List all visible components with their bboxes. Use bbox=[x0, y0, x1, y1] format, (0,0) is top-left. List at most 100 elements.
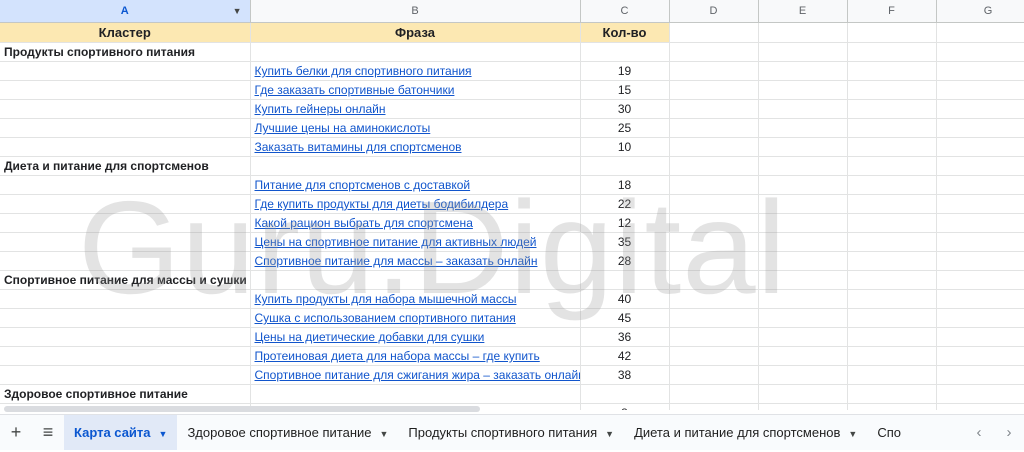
cluster-cell[interactable] bbox=[0, 80, 251, 100]
cluster-cell[interactable]: Продукты спортивного питания bbox=[0, 42, 251, 62]
phrase-cell[interactable]: Где купить продукты для диеты бодибилдер… bbox=[250, 194, 581, 214]
cluster-cell[interactable] bbox=[0, 175, 251, 195]
cell[interactable] bbox=[669, 270, 759, 290]
cell[interactable] bbox=[758, 137, 848, 157]
phrase-cell[interactable]: Какой рацион выбрать для спортсмена bbox=[250, 213, 581, 233]
column-header-b[interactable]: B bbox=[250, 0, 581, 23]
count-cell[interactable]: 42 bbox=[580, 346, 670, 366]
phrase-cell[interactable] bbox=[250, 384, 581, 404]
cell[interactable] bbox=[758, 346, 848, 366]
count-cell[interactable]: 12 bbox=[580, 213, 670, 233]
phrase-cell[interactable]: Цены на спортивное питание для активных … bbox=[250, 232, 581, 252]
cluster-cell[interactable] bbox=[0, 308, 251, 328]
caret-down-icon[interactable]: ▼ bbox=[233, 0, 242, 22]
phrase-link[interactable]: Цены на спортивное питание для активных … bbox=[255, 235, 537, 249]
cell[interactable] bbox=[758, 42, 848, 62]
cell[interactable] bbox=[669, 232, 759, 252]
phrase-cell[interactable]: Питание для спортсменов с доставкой bbox=[250, 175, 581, 195]
count-cell[interactable]: 35 bbox=[580, 232, 670, 252]
scrollbar-thumb[interactable] bbox=[4, 406, 480, 412]
cell[interactable] bbox=[847, 232, 937, 252]
column-header-a[interactable]: A ▼ bbox=[0, 0, 251, 23]
cell[interactable] bbox=[936, 232, 1024, 252]
count-cell[interactable]: 28 bbox=[580, 251, 670, 271]
cell[interactable] bbox=[669, 346, 759, 366]
cluster-cell[interactable] bbox=[0, 194, 251, 214]
phrase-cell[interactable]: Сушка с использованием спортивного питан… bbox=[250, 308, 581, 328]
cell[interactable] bbox=[847, 327, 937, 347]
cell[interactable] bbox=[758, 270, 848, 290]
cell[interactable] bbox=[758, 99, 848, 119]
phrase-link[interactable]: Сушка с использованием спортивного питан… bbox=[255, 311, 516, 325]
phrase-link[interactable]: Какой рацион выбрать для спортсмена bbox=[255, 216, 473, 230]
cluster-cell[interactable] bbox=[0, 289, 251, 309]
phrase-cell[interactable] bbox=[250, 42, 581, 62]
count-cell[interactable]: 15 bbox=[580, 80, 670, 100]
cell[interactable] bbox=[669, 137, 759, 157]
count-cell[interactable]: 40 bbox=[580, 289, 670, 309]
cell[interactable] bbox=[758, 289, 848, 309]
count-cell[interactable]: 38 bbox=[580, 365, 670, 385]
cell[interactable] bbox=[669, 194, 759, 214]
cell[interactable] bbox=[936, 346, 1024, 366]
header-count[interactable]: Кол-во bbox=[580, 22, 670, 43]
count-cell[interactable] bbox=[580, 384, 670, 404]
phrase-cell[interactable] bbox=[250, 270, 581, 290]
cell[interactable] bbox=[758, 232, 848, 252]
caret-down-icon[interactable]: ▼ bbox=[159, 429, 168, 439]
header-cluster[interactable]: Кластер bbox=[0, 22, 251, 43]
cell[interactable] bbox=[758, 61, 848, 81]
cell[interactable] bbox=[758, 175, 848, 195]
cluster-cell[interactable] bbox=[0, 61, 251, 81]
cell[interactable] bbox=[847, 365, 937, 385]
column-header-g[interactable]: G bbox=[936, 0, 1024, 23]
phrase-link[interactable]: Где заказать спортивные батончики bbox=[255, 83, 455, 97]
cell[interactable] bbox=[669, 327, 759, 347]
cell[interactable] bbox=[847, 346, 937, 366]
sheet-tab-truncated[interactable]: Спо bbox=[867, 415, 907, 450]
cell[interactable] bbox=[936, 289, 1024, 309]
cluster-cell[interactable] bbox=[0, 213, 251, 233]
cluster-cell[interactable] bbox=[0, 346, 251, 366]
phrase-cell[interactable]: Лучшие цены на аминокислоты bbox=[250, 118, 581, 138]
phrase-link[interactable]: Питание для спортсменов с доставкой bbox=[255, 178, 471, 192]
cell[interactable] bbox=[758, 365, 848, 385]
cell[interactable] bbox=[847, 213, 937, 233]
header-phrase[interactable]: Фраза bbox=[250, 22, 581, 43]
phrase-link[interactable]: Спортивное питание для сжигания жира – з… bbox=[255, 368, 580, 382]
cell[interactable] bbox=[936, 137, 1024, 157]
cell[interactable] bbox=[758, 80, 848, 100]
cell[interactable] bbox=[936, 61, 1024, 81]
column-header-e[interactable]: E bbox=[758, 0, 848, 23]
cell[interactable] bbox=[936, 80, 1024, 100]
cell[interactable] bbox=[847, 289, 937, 309]
cell[interactable] bbox=[847, 118, 937, 138]
cell[interactable] bbox=[669, 308, 759, 328]
cell[interactable] bbox=[936, 270, 1024, 290]
count-cell[interactable]: 18 bbox=[580, 175, 670, 195]
cell[interactable] bbox=[847, 80, 937, 100]
column-header-d[interactable]: D bbox=[669, 0, 759, 23]
cell[interactable] bbox=[758, 22, 848, 43]
cell[interactable] bbox=[847, 99, 937, 119]
cell[interactable] bbox=[936, 118, 1024, 138]
chevron-left-icon[interactable]: ‹ bbox=[964, 424, 994, 441]
cell[interactable] bbox=[758, 118, 848, 138]
phrase-cell[interactable]: Купить продукты для набора мышечной масс… bbox=[250, 289, 581, 309]
cell[interactable] bbox=[936, 22, 1024, 43]
cell[interactable] bbox=[936, 308, 1024, 328]
cell[interactable] bbox=[758, 156, 848, 176]
menu-icon[interactable]: ≡ bbox=[32, 415, 64, 450]
cell[interactable] bbox=[847, 61, 937, 81]
cell[interactable] bbox=[669, 22, 759, 43]
plus-icon[interactable]: + bbox=[0, 415, 32, 450]
cell[interactable] bbox=[758, 327, 848, 347]
cell[interactable] bbox=[936, 327, 1024, 347]
count-cell[interactable] bbox=[580, 156, 670, 176]
count-cell[interactable]: 45 bbox=[580, 308, 670, 328]
phrase-link[interactable]: Лучшие цены на аминокислоты bbox=[255, 121, 431, 135]
cluster-cell[interactable] bbox=[0, 99, 251, 119]
phrase-cell[interactable]: Цены на диетические добавки для сушки bbox=[250, 327, 581, 347]
cluster-cell[interactable]: Спортивное питание для массы и сушки bbox=[0, 270, 251, 290]
cell[interactable] bbox=[669, 99, 759, 119]
